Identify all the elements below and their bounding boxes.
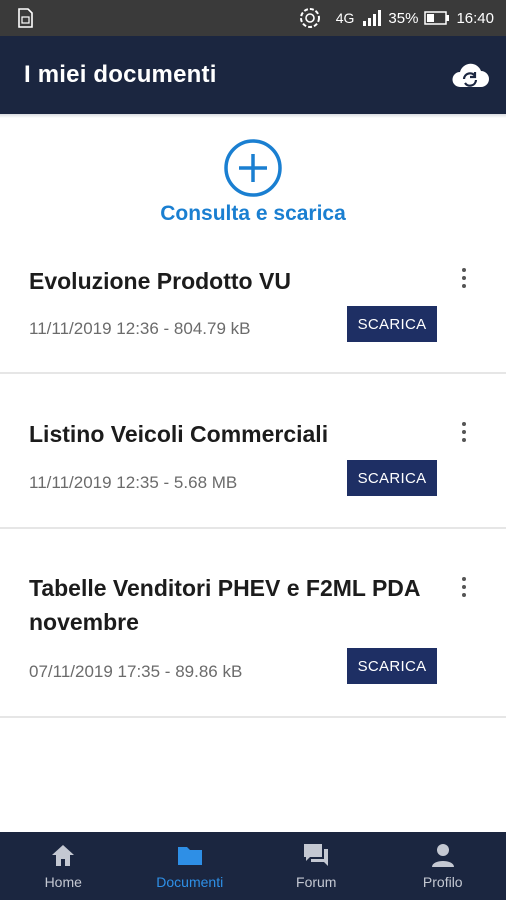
- document-meta: 11/11/2019 12:36 - 804.79 kB: [29, 319, 251, 338]
- plus-circle-icon: [224, 139, 282, 197]
- home-icon: [52, 845, 75, 866]
- battery-icon: [424, 11, 450, 25]
- download-button[interactable]: SCARICA: [347, 460, 437, 496]
- download-button[interactable]: SCARICA: [347, 306, 437, 342]
- clock: 16:40: [456, 9, 494, 27]
- consulta-e-scarica-button[interactable]: Consulta e scarica: [0, 138, 506, 238]
- signal-icon: [363, 10, 382, 26]
- more-options-icon[interactable]: [456, 266, 472, 290]
- folder-icon: [177, 847, 202, 865]
- more-options-icon[interactable]: [456, 575, 472, 599]
- app-bar-shadow: [0, 114, 506, 118]
- nav-profilo-label: Profilo: [422, 874, 463, 890]
- network-type: 4G: [335, 10, 355, 26]
- sim-icon: [18, 8, 33, 28]
- person-icon: [431, 844, 454, 867]
- document-meta: 07/11/2019 17:35 - 89.86 kB: [29, 662, 243, 681]
- sync-icon: [299, 8, 320, 28]
- app-bar: I miei documenti: [0, 36, 506, 114]
- list-item: Evoluzione Prodotto VU 11/11/2019 12:36 …: [0, 248, 506, 374]
- nav-documenti-label: Documenti: [156, 874, 224, 890]
- list-item: Tabelle Venditori PHEV e F2ML PDA novemb…: [0, 529, 506, 718]
- nav-forum[interactable]: Forum: [253, 832, 380, 900]
- list-item: Listino Veicoli Commerciali 11/11/2019 1…: [0, 374, 506, 529]
- document-title: Evoluzione Prodotto VU: [29, 268, 291, 294]
- document-title: Listino Veicoli Commerciali: [29, 421, 329, 447]
- bottom-navigation: Home Documenti Forum Profilo: [0, 832, 506, 900]
- document-meta: 11/11/2019 12:35 - 5.68 MB: [29, 473, 238, 492]
- document-title: Tabelle Venditori PHEV e F2ML PDA novemb…: [29, 575, 420, 635]
- nav-documenti[interactable]: Documenti: [127, 832, 254, 900]
- status-bar: 4G 35% 16:40: [0, 0, 506, 36]
- page-title: I miei documenti: [24, 61, 217, 88]
- nav-profilo[interactable]: Profilo: [380, 832, 506, 900]
- more-options-icon[interactable]: [456, 420, 472, 444]
- status-indicators: 4G 35% 16:40: [298, 6, 494, 30]
- document-list: Evoluzione Prodotto VU 11/11/2019 12:36 …: [0, 248, 506, 718]
- battery-percent: 35%: [388, 9, 419, 27]
- cloud-sync-icon: [452, 63, 489, 87]
- nav-home[interactable]: Home: [0, 832, 127, 900]
- nav-forum-label: Forum: [296, 874, 337, 890]
- consulta-label: Consulta e scarica: [160, 202, 346, 225]
- forum-icon: [304, 844, 329, 866]
- cloud-sync-button[interactable]: [448, 53, 492, 97]
- nav-home-label: Home: [44, 874, 82, 890]
- download-button[interactable]: SCARICA: [347, 648, 437, 684]
